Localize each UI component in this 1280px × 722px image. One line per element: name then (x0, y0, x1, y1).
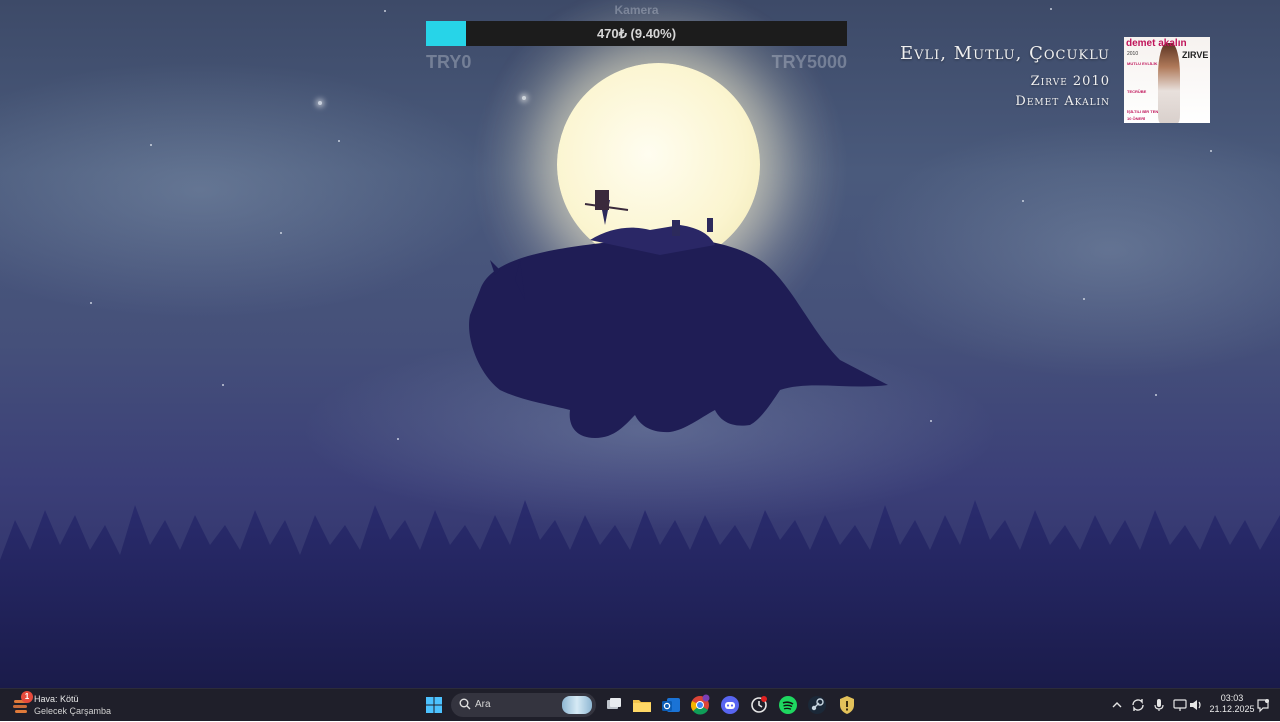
volume-icon[interactable] (1188, 697, 1204, 713)
wallpaper-star (930, 420, 932, 422)
taskbar: 1 Hava: Kötü Gelecek Çarşamba Ara 03:03 … (0, 688, 1280, 721)
album-name: Zirve 2010 (1030, 74, 1110, 89)
chevron-up-icon[interactable] (1109, 697, 1125, 713)
clock-date: 21.12.2025 (1209, 704, 1255, 714)
progress-value-text: 470₺ (9.40%) (596, 26, 677, 41)
sky-bison-silhouette (469, 190, 888, 438)
cover-line: İŞİLTILI BİR TEN (1127, 109, 1159, 114)
wallpaper-star (150, 144, 152, 146)
wallpaper-star (1155, 394, 1157, 396)
cover-line: TECRÜBE (1127, 89, 1147, 94)
chrome-icon (690, 694, 710, 715)
discord-button[interactable] (718, 693, 742, 717)
weather-subtitle: Gelecek Çarşamba (34, 706, 112, 716)
desktop-wallpaper: Kamera 470₺ (9.40%) TRY0 TRY5000 Evli, M… (0, 0, 1280, 688)
folder-icon (633, 700, 651, 712)
track-title: Evli, Mutlu, Çocuklu (899, 43, 1110, 64)
chrome-button[interactable] (688, 693, 712, 717)
file-explorer-button[interactable] (630, 693, 654, 717)
wallpaper-star (1050, 8, 1052, 10)
task-view-button[interactable] (602, 693, 626, 717)
discord-icon (721, 696, 739, 714)
cover-line: MUTLU EVLİLİK (1127, 61, 1158, 66)
clock[interactable]: 03:03 21.12.2025 (1208, 693, 1256, 715)
wallpaper-star (384, 10, 386, 12)
search-box[interactable]: Ara (451, 693, 596, 717)
spotify-icon (779, 696, 797, 714)
search-label: Ara (475, 699, 491, 710)
steam-button[interactable] (805, 693, 829, 717)
wallpaper-star (222, 384, 224, 386)
security-app-button[interactable] (835, 693, 859, 717)
savings-progress-widget: Kamera 470₺ (9.40%) TRY0 TRY5000 (426, 0, 847, 80)
outlook-button[interactable] (659, 693, 683, 717)
cover-headline: ZIRVE (1182, 50, 1209, 60)
search-highlight-art (562, 696, 592, 714)
search-icon (459, 698, 471, 710)
clock-time: 03:03 (1220, 693, 1244, 703)
cover-year: 2010 (1127, 51, 1139, 57)
steam-icon (808, 696, 826, 714)
shield-icon (840, 696, 854, 714)
sync-app-button[interactable] (747, 693, 771, 717)
spotify-button[interactable] (776, 693, 800, 717)
wallpaper-star (1083, 298, 1085, 300)
wallpaper-star (1210, 150, 1212, 152)
wallpaper-star (338, 140, 340, 142)
pine-forest-silhouette (0, 500, 1280, 688)
weather-widget[interactable]: 1 Hava: Kötü Gelecek Çarşamba (12, 691, 152, 718)
windows-logo-icon (426, 697, 442, 713)
progress-min-label: TRY0 (426, 52, 472, 72)
wallpaper-star (1022, 200, 1024, 202)
weather-alert-badge: 1 (21, 691, 33, 703)
sync-icon (751, 696, 767, 713)
wallpaper-fog (0, 60, 500, 320)
notification-icon[interactable] (1255, 697, 1271, 713)
microphone-icon[interactable] (1151, 697, 1167, 713)
network-icon[interactable] (1172, 697, 1188, 713)
wallpaper-star (280, 232, 282, 234)
progress-max-label: TRY5000 (771, 52, 847, 72)
artist-name: Demet Akalın (1015, 94, 1110, 109)
progress-caption: Kamera (614, 3, 659, 17)
progress-bar: 470₺ (9.40%) (426, 21, 847, 46)
cover-line: 10 ÖNERİ (1127, 116, 1146, 121)
outlook-icon (662, 698, 680, 712)
album-cover-art[interactable]: demet akalın 2010 ZIRVE MUTLU EVLİLİK TE… (1124, 37, 1210, 123)
wallpaper-star (318, 101, 322, 105)
start-button[interactable] (422, 693, 446, 717)
wallpaper-fog (850, 120, 1280, 380)
wallpaper-star (397, 438, 399, 440)
wallpaper-star (90, 302, 92, 304)
task-view-icon (607, 698, 621, 709)
now-playing-widget: Evli, Mutlu, Çocuklu Zirve 2010 Demet Ak… (860, 37, 1210, 123)
refresh-icon[interactable] (1130, 697, 1146, 713)
cover-brand: demet akalın (1126, 38, 1187, 49)
weather-title: Hava: Kötü (34, 694, 79, 704)
